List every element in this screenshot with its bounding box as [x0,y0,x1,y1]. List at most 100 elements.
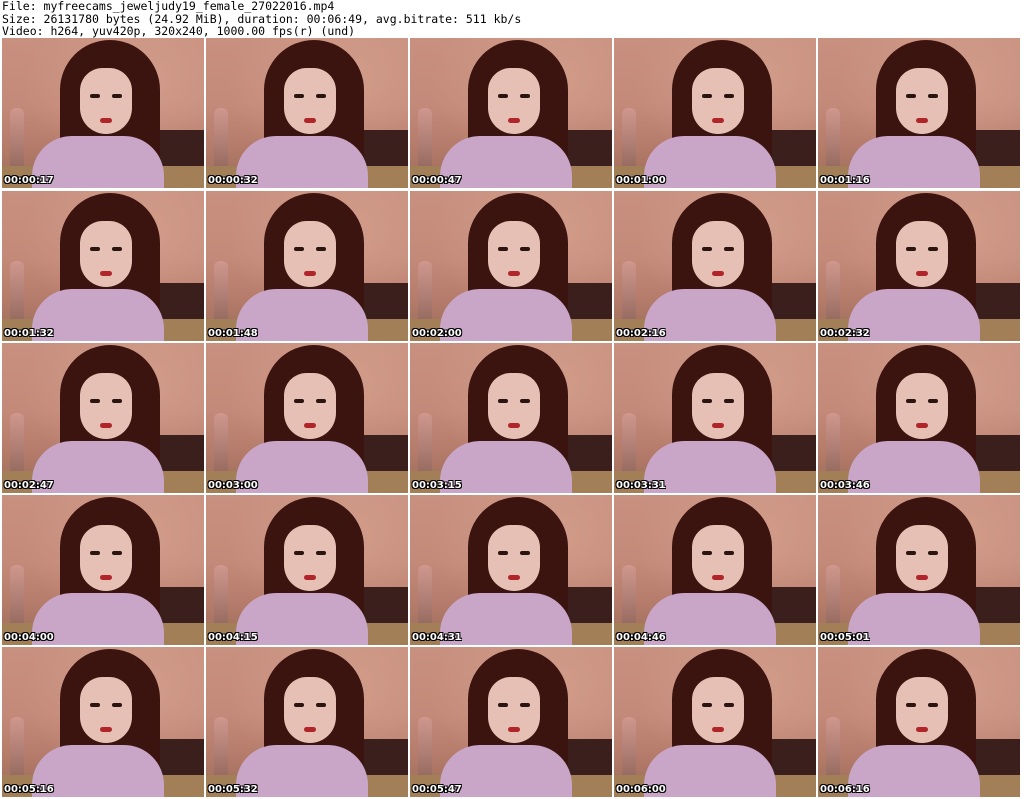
frame-eye-r [316,399,326,403]
frame-face [488,373,540,439]
frame-timestamp: 00:00:17 [4,175,54,186]
frame-eye-l [906,399,916,403]
thumbnail-grid: 00:00:17 00:00:32 00:00:47 00:01:00 00:01:16… [0,38,1024,799]
frame-face [896,221,948,287]
frame-face [488,677,540,743]
frame-timestamp: 00:02:47 [4,480,54,491]
frame-timestamp: 00:01:00 [616,175,666,186]
frame-face [80,68,132,134]
frame-timestamp: 00:04:00 [4,632,54,643]
frame-lips [100,727,112,732]
frame-eye-l [906,703,916,707]
frame-timestamp: 00:03:31 [616,480,666,491]
frame-face [896,373,948,439]
frame-face [896,677,948,743]
frame-lips [508,118,520,123]
frame-eye-l [90,551,100,555]
video-frame-thumbnail[interactable]: 00:00:32 [206,38,408,188]
frame-face [488,68,540,134]
frame-lips [304,118,316,123]
frame-eye-l [498,703,508,707]
frame-timestamp: 00:05:01 [820,632,870,643]
frame-eye-l [702,247,712,251]
video-frame-thumbnail[interactable]: 00:04:15 [206,495,408,645]
frame-face [692,221,744,287]
frame-face [284,221,336,287]
frame-eye-l [498,247,508,251]
frame-eye-r [316,551,326,555]
frame-timestamp: 00:01:32 [4,328,54,339]
frame-eye-r [112,703,122,707]
frame-timestamp: 00:01:48 [208,328,258,339]
video-frame-thumbnail[interactable]: 00:00:17 [2,38,204,188]
video-frame-thumbnail[interactable]: 00:03:31 [614,343,816,493]
video-frame-thumbnail[interactable]: 00:06:00 [614,647,816,797]
frame-lips [508,271,520,276]
frame-face [896,525,948,591]
video-frame-thumbnail[interactable]: 00:03:15 [410,343,612,493]
video-frame-thumbnail[interactable]: 00:00:47 [410,38,612,188]
video-frame-thumbnail[interactable]: 00:05:16 [2,647,204,797]
frame-eye-r [928,94,938,98]
frame-lips [916,118,928,123]
frame-face [284,677,336,743]
frame-lips [508,423,520,428]
video-frame-thumbnail[interactable]: 00:01:48 [206,191,408,341]
frame-lips [916,575,928,580]
video-frame-thumbnail[interactable]: 00:04:00 [2,495,204,645]
frame-timestamp: 00:05:32 [208,784,258,795]
frame-eye-l [90,94,100,98]
frame-face [80,221,132,287]
frame-lips [304,727,316,732]
frame-timestamp: 00:04:46 [616,632,666,643]
frame-lips [100,118,112,123]
video-frame-thumbnail[interactable]: 00:02:47 [2,343,204,493]
frame-timestamp: 00:02:32 [820,328,870,339]
frame-face [284,373,336,439]
frame-eye-l [294,399,304,403]
frame-eye-l [90,399,100,403]
frame-eye-l [294,247,304,251]
frame-lips [712,271,724,276]
frame-lips [100,271,112,276]
frame-eye-r [520,703,530,707]
frame-timestamp: 00:00:32 [208,175,258,186]
frame-lips [100,423,112,428]
frame-eye-r [724,247,734,251]
video-frame-thumbnail[interactable]: 00:03:46 [818,343,1020,493]
frame-eye-r [724,399,734,403]
video-frame-thumbnail[interactable]: 00:02:16 [614,191,816,341]
frame-eye-l [702,551,712,555]
frame-eye-r [724,551,734,555]
frame-face [80,373,132,439]
video-frame-thumbnail[interactable]: 00:06:16 [818,647,1020,797]
video-frame-thumbnail[interactable]: 00:02:32 [818,191,1020,341]
frame-eye-r [112,94,122,98]
video-frame-thumbnail[interactable]: 00:05:47 [410,647,612,797]
video-frame-thumbnail[interactable]: 00:05:01 [818,495,1020,645]
video-frame-thumbnail[interactable]: 00:04:31 [410,495,612,645]
frame-face [284,525,336,591]
frame-lips [712,423,724,428]
frame-face [80,525,132,591]
frame-lips [712,118,724,123]
video-frame-thumbnail[interactable]: 00:03:00 [206,343,408,493]
frame-eye-l [90,247,100,251]
frame-eye-l [498,551,508,555]
frame-eye-r [316,94,326,98]
frame-face [692,68,744,134]
video-frame-thumbnail[interactable]: 00:04:46 [614,495,816,645]
frame-lips [712,575,724,580]
video-frame-thumbnail[interactable]: 00:01:16 [818,38,1020,188]
frame-eye-l [906,551,916,555]
video-frame-thumbnail[interactable]: 00:01:00 [614,38,816,188]
frame-eye-r [724,703,734,707]
video-frame-thumbnail[interactable]: 00:02:00 [410,191,612,341]
frame-timestamp: 00:00:47 [412,175,462,186]
frame-timestamp: 00:05:47 [412,784,462,795]
frame-face [80,677,132,743]
video-frame-thumbnail[interactable]: 00:05:32 [206,647,408,797]
frame-timestamp: 00:03:00 [208,480,258,491]
video-frame-thumbnail[interactable]: 00:01:32 [2,191,204,341]
frame-lips [916,727,928,732]
